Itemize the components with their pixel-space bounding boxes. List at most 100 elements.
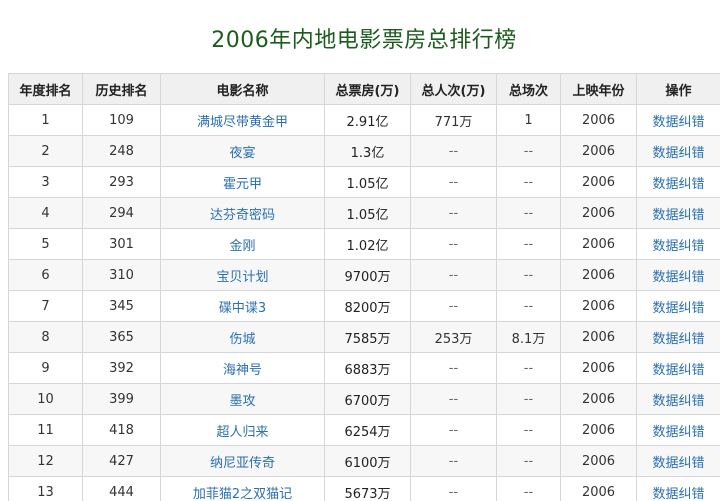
table-row: 8 365 伤城 7585万 253万 8.1万 2006 数据纠错	[8, 321, 720, 353]
year-rank-cell: 6	[8, 259, 83, 291]
year-rank-cell: 12	[8, 445, 83, 477]
history-rank-cell: 301	[82, 228, 161, 260]
history-rank-cell: 294	[82, 197, 161, 229]
table-header-row: 年度排名 历史排名 电影名称 总票房(万) 总人次(万) 总场次 上映年份 操作	[8, 73, 720, 105]
data-correction-link[interactable]: 数据纠错	[636, 259, 720, 291]
table-row: 1 109 满城尽带黄金甲 2.91亿 771万 1 2006 数据纠错	[8, 104, 720, 136]
total-shows-cell: 8.1万	[496, 321, 561, 353]
total-gross-cell: 1.02亿	[324, 228, 411, 260]
data-correction-link[interactable]: 数据纠错	[636, 383, 720, 415]
box-office-table-container: 年度排名 历史排名 电影名称 总票房(万) 总人次(万) 总场次 上映年份 操作…	[8, 73, 720, 501]
total-shows-cell: --	[496, 166, 561, 198]
movie-name-link[interactable]: 超人归来	[160, 414, 325, 446]
total-admissions-cell: --	[410, 166, 497, 198]
year-rank-cell: 10	[8, 383, 83, 415]
box-office-table: 年度排名 历史排名 电影名称 总票房(万) 总人次(万) 总场次 上映年份 操作…	[8, 73, 720, 501]
total-gross-cell: 6254万	[324, 414, 411, 446]
total-admissions-cell: --	[410, 197, 497, 229]
header-total-admissions: 总人次(万)	[410, 73, 497, 105]
total-gross-cell: 1.05亿	[324, 197, 411, 229]
year-rank-cell: 8	[8, 321, 83, 353]
total-gross-cell: 8200万	[324, 290, 411, 322]
history-rank-cell: 418	[82, 414, 161, 446]
release-year-cell: 2006	[560, 290, 637, 322]
data-correction-link[interactable]: 数据纠错	[636, 166, 720, 198]
movie-name-link[interactable]: 满城尽带黄金甲	[160, 104, 325, 136]
year-rank-cell: 7	[8, 290, 83, 322]
movie-name-link[interactable]: 伤城	[160, 321, 325, 353]
data-correction-link[interactable]: 数据纠错	[636, 352, 720, 384]
release-year-cell: 2006	[560, 228, 637, 260]
data-correction-link[interactable]: 数据纠错	[636, 228, 720, 260]
total-gross-cell: 6883万	[324, 352, 411, 384]
total-admissions-cell: --	[410, 414, 497, 446]
year-rank-cell: 13	[8, 476, 83, 501]
total-gross-cell: 1.3亿	[324, 135, 411, 167]
table-row: 3 293 霍元甲 1.05亿 -- -- 2006 数据纠错	[8, 166, 720, 198]
year-rank-cell: 3	[8, 166, 83, 198]
movie-name-link[interactable]: 霍元甲	[160, 166, 325, 198]
data-correction-link[interactable]: 数据纠错	[636, 445, 720, 477]
data-correction-link[interactable]: 数据纠错	[636, 104, 720, 136]
table-row: 6 310 宝贝计划 9700万 -- -- 2006 数据纠错	[8, 259, 720, 291]
movie-name-link[interactable]: 加菲猫2之双猫记	[160, 476, 325, 501]
year-rank-cell: 2	[8, 135, 83, 167]
total-admissions-cell: --	[410, 383, 497, 415]
release-year-cell: 2006	[560, 197, 637, 229]
release-year-cell: 2006	[560, 166, 637, 198]
table-row: 11 418 超人归来 6254万 -- -- 2006 数据纠错	[8, 414, 720, 446]
total-admissions-cell: --	[410, 135, 497, 167]
header-total-shows: 总场次	[496, 73, 561, 105]
movie-name-link[interactable]: 碟中谍3	[160, 290, 325, 322]
data-correction-link[interactable]: 数据纠错	[636, 290, 720, 322]
history-rank-cell: 109	[82, 104, 161, 136]
header-action: 操作	[636, 73, 720, 105]
total-gross-cell: 6100万	[324, 445, 411, 477]
history-rank-cell: 310	[82, 259, 161, 291]
movie-name-link[interactable]: 金刚	[160, 228, 325, 260]
data-correction-link[interactable]: 数据纠错	[636, 197, 720, 229]
total-admissions-cell: --	[410, 228, 497, 260]
movie-name-link[interactable]: 纳尼亚传奇	[160, 445, 325, 477]
release-year-cell: 2006	[560, 352, 637, 384]
total-shows-cell: 1	[496, 104, 561, 136]
total-gross-cell: 6700万	[324, 383, 411, 415]
history-rank-cell: 248	[82, 135, 161, 167]
movie-name-link[interactable]: 达芬奇密码	[160, 197, 325, 229]
total-gross-cell: 2.91亿	[324, 104, 411, 136]
data-correction-link[interactable]: 数据纠错	[636, 321, 720, 353]
total-shows-cell: --	[496, 290, 561, 322]
total-shows-cell: --	[496, 383, 561, 415]
movie-name-link[interactable]: 宝贝计划	[160, 259, 325, 291]
movie-name-link[interactable]: 夜宴	[160, 135, 325, 167]
data-correction-link[interactable]: 数据纠错	[636, 476, 720, 501]
data-correction-link[interactable]: 数据纠错	[636, 135, 720, 167]
total-gross-cell: 9700万	[324, 259, 411, 291]
release-year-cell: 2006	[560, 321, 637, 353]
header-year-rank: 年度排名	[8, 73, 83, 105]
total-shows-cell: --	[496, 197, 561, 229]
header-history-rank: 历史排名	[82, 73, 161, 105]
history-rank-cell: 365	[82, 321, 161, 353]
header-movie-name: 电影名称	[160, 73, 325, 105]
release-year-cell: 2006	[560, 476, 637, 501]
history-rank-cell: 399	[82, 383, 161, 415]
table-row: 9 392 海神号 6883万 -- -- 2006 数据纠错	[8, 352, 720, 384]
year-rank-cell: 5	[8, 228, 83, 260]
year-rank-cell: 4	[8, 197, 83, 229]
data-correction-link[interactable]: 数据纠错	[636, 414, 720, 446]
movie-name-link[interactable]: 墨攻	[160, 383, 325, 415]
total-shows-cell: --	[496, 135, 561, 167]
total-shows-cell: --	[496, 476, 561, 501]
history-rank-cell: 427	[82, 445, 161, 477]
header-release-year: 上映年份	[560, 73, 637, 105]
movie-name-link[interactable]: 海神号	[160, 352, 325, 384]
release-year-cell: 2006	[560, 259, 637, 291]
history-rank-cell: 444	[82, 476, 161, 501]
table-row: 10 399 墨攻 6700万 -- -- 2006 数据纠错	[8, 383, 720, 415]
total-shows-cell: --	[496, 414, 561, 446]
history-rank-cell: 345	[82, 290, 161, 322]
table-row: 12 427 纳尼亚传奇 6100万 -- -- 2006 数据纠错	[8, 445, 720, 477]
release-year-cell: 2006	[560, 104, 637, 136]
release-year-cell: 2006	[560, 445, 637, 477]
